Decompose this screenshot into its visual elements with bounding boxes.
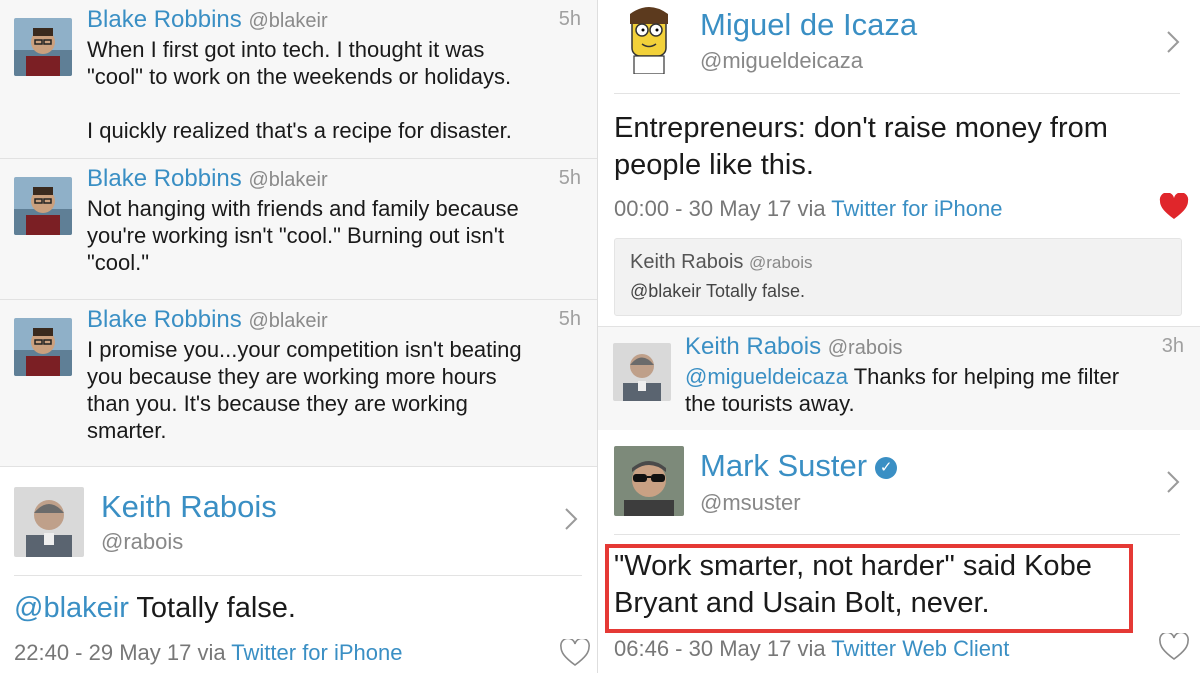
tweet-text: When I first got into tech. I thought it…: [87, 37, 512, 143]
author-name-text[interactable]: Blake Robbins: [87, 6, 242, 33]
timestamp: 5h: [558, 308, 581, 330]
chevron-right-icon[interactable]: [1166, 28, 1180, 62]
tweet-text-body: Totally false.: [128, 592, 296, 624]
chevron-right-icon[interactable]: [564, 505, 578, 539]
avatar[interactable]: [14, 318, 72, 376]
avatar[interactable]: [613, 343, 671, 401]
chevron-right-icon[interactable]: [1166, 468, 1180, 502]
quoted-text: @blakeir Totally false.: [630, 281, 806, 301]
divider: [614, 534, 1180, 535]
author-handle[interactable]: @migueldeicaza: [700, 48, 863, 74]
right-panel: Miguel de Icaza @migueldeicaza Entrepren…: [598, 0, 1200, 673]
author-name-text[interactable]: Mark Suster: [700, 448, 867, 483]
author-name[interactable]: Mark Suster ✓: [700, 448, 898, 484]
tweet-detail: Keith Rabois @rabois @blakeir Totally fa…: [0, 467, 597, 673]
quoted-author-name[interactable]: Keith Rabois: [630, 251, 743, 273]
meta-time: 06:46 - 30 May 17 via: [614, 636, 832, 661]
tweet-detail: Mark Suster ✓ @msuster "Work smarter, not…: [598, 430, 1200, 673]
mention-link[interactable]: @migueldeicaza: [685, 364, 848, 389]
timestamp: 5h: [558, 8, 581, 30]
tweet-meta: 22:40 - 29 May 17 via Twitter for iPhone: [14, 640, 402, 666]
divider: [614, 93, 1180, 94]
tweet-detail: Miguel de Icaza @migueldeicaza Entrepren…: [598, 0, 1200, 326]
author-handle: @blakeir: [248, 310, 328, 332]
heart-outline-icon[interactable]: [1159, 631, 1189, 666]
left-panel: Blake Robbins @blakeir 5h When I first g…: [0, 0, 597, 673]
tweet-text: "Work smarter, not harder" said Kobe Bry…: [614, 550, 1092, 619]
tweet-text: I promise you...your competition isn't b…: [87, 337, 522, 443]
tweet-text: @migueldeicaza Thanks for helping me fil…: [685, 363, 1175, 417]
mention-link[interactable]: @blakeir: [14, 592, 129, 624]
heart-outline-icon[interactable]: [560, 637, 590, 672]
client-link[interactable]: Twitter Web Client: [831, 636, 1009, 661]
client-link[interactable]: Twitter for iPhone: [231, 640, 402, 665]
heart-filled-icon[interactable]: [1159, 192, 1189, 226]
client-link[interactable]: Twitter for iPhone: [831, 196, 1002, 221]
tweet-row[interactable]: Keith Rabois @rabois 3h @migueldeicaza T…: [598, 326, 1200, 431]
tweet-meta: 06:46 - 30 May 17 via Twitter Web Client: [614, 636, 1009, 662]
tweet-text: @blakeir Totally false.: [14, 590, 296, 627]
avatar[interactable]: [14, 18, 72, 76]
author-name[interactable]: Miguel de Icaza: [700, 7, 917, 43]
author-name[interactable]: Blake Robbins @blakeir: [87, 165, 328, 193]
tweet-text: Entrepreneurs: don't raise money from pe…: [614, 112, 1108, 181]
meta-time: 22:40 - 29 May 17 via: [14, 640, 232, 665]
quoted-author-handle: @rabois: [748, 253, 813, 272]
timestamp: 3h: [1161, 335, 1184, 357]
tweet-row[interactable]: Blake Robbins @blakeir 5h When I first g…: [0, 0, 597, 159]
author-name-text[interactable]: Blake Robbins: [87, 306, 242, 333]
avatar[interactable]: [14, 177, 72, 235]
quoted-tweet[interactable]: Keith Rabois @rabois @blakeir Totally fa…: [614, 238, 1182, 316]
author-name[interactable]: Keith Rabois: [101, 489, 277, 525]
author-handle[interactable]: @rabois: [101, 529, 183, 555]
tweet-meta: 00:00 - 30 May 17 via Twitter for iPhone: [614, 196, 1002, 222]
avatar[interactable]: [14, 487, 84, 557]
divider: [14, 575, 582, 576]
author-name[interactable]: Keith Rabois @rabois: [685, 333, 903, 361]
tweet-row[interactable]: Blake Robbins @blakeir 5h Not hanging wi…: [0, 159, 597, 300]
author-handle[interactable]: @msuster: [700, 490, 801, 516]
quoted-author[interactable]: Keith Rabois @rabois: [630, 251, 813, 274]
tweet-row[interactable]: Blake Robbins @blakeir 5h I promise you.…: [0, 300, 597, 467]
timestamp: 5h: [558, 167, 581, 189]
author-name-text[interactable]: Blake Robbins: [87, 165, 242, 192]
author-handle: @blakeir: [248, 169, 328, 191]
author-name[interactable]: Blake Robbins @blakeir: [87, 6, 328, 34]
author-name-text[interactable]: Keith Rabois: [685, 333, 821, 360]
verified-badge-icon: ✓: [875, 456, 898, 479]
meta-time: 00:00 - 30 May 17 via: [614, 196, 832, 221]
author-name[interactable]: Blake Robbins @blakeir: [87, 306, 328, 334]
avatar[interactable]: [614, 446, 684, 516]
tweet-text: Not hanging with friends and family beca…: [87, 196, 519, 275]
author-handle: @rabois: [827, 337, 903, 359]
author-handle: @blakeir: [248, 10, 328, 32]
avatar[interactable]: [614, 4, 684, 74]
